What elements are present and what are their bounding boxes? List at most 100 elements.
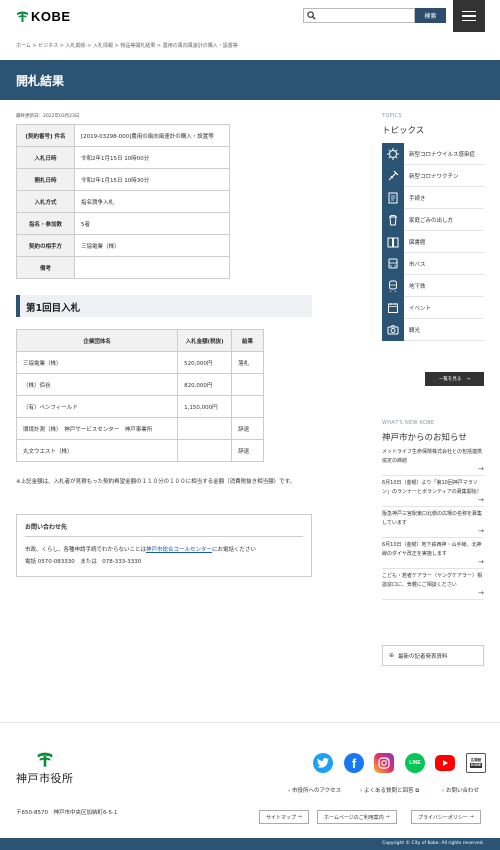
access-link[interactable]: › 市役所へのアクセス: [288, 786, 341, 794]
news-item[interactable]: 6月10日（金曜）より「第10回神戸マラソン」のランナーとボランティアの募集開始…: [382, 476, 484, 507]
last-updated: 最終更新日：2022年03月23日: [16, 114, 80, 119]
contract-label: 入札方式: [16, 190, 75, 213]
news-text: 6月10日（金曜）地下鉄西神・山手線、北神線のダイヤ改正を実施します: [382, 542, 482, 557]
train-icon: [382, 274, 404, 297]
col-amount: 入札金額(税抜): [177, 329, 233, 352]
hamburger-line: [462, 15, 476, 17]
col-company: 企業団体名: [15, 329, 179, 352]
contract-value: 指名競争入札: [74, 190, 230, 213]
topic-label: 新型コロナワクチン: [409, 173, 459, 180]
youtube-icon[interactable]: [435, 755, 455, 771]
contact-text: にお電話ください: [212, 547, 257, 553]
more-button[interactable]: 一覧を見る →: [425, 372, 484, 386]
facebook-icon[interactable]: f: [344, 753, 364, 773]
news-item[interactable]: 6月10日（金曜）地下鉄西神・山手線、北神線のダイヤ改正を実施します →: [382, 538, 484, 569]
line-icon[interactable]: LINE: [405, 753, 425, 773]
sitemap-button[interactable]: サイトマップ →: [259, 810, 309, 824]
news-item[interactable]: メットライフ生命保険株式会社との包括連携協定の締結 →: [382, 445, 484, 476]
topic-item[interactable]: 家庭ごみの出し方: [382, 208, 484, 231]
contract-value: [2019-03298-000]農用の風向風速計の購入・設置等: [74, 124, 230, 147]
bid-amount: [177, 417, 233, 440]
news-item[interactable]: 阪急神戸三宮駅東口北側の広場の名称を募集しています →: [382, 507, 484, 538]
contract-row: 入札日時 令和2年1月15日 10時00分: [16, 146, 230, 169]
topic-item[interactable]: イベント: [382, 296, 484, 319]
instagram-icon[interactable]: [374, 753, 394, 773]
bid-amount: 820,000円: [177, 373, 233, 396]
bid-result: 辞退: [231, 439, 264, 462]
page-banner: 開札結果: [0, 60, 500, 100]
contract-value: 令和2年1月15日 10時30分: [74, 168, 230, 191]
breadcrumb[interactable]: ホーム > ビジネス > 入札関係 > 入札情報 > 物品等開札結果 > 農用の…: [16, 42, 238, 49]
topics-sub: TOPICS: [382, 113, 402, 119]
sitemap-label: サイトマップ: [266, 814, 297, 821]
topic-item[interactable]: 地下鉄: [382, 274, 484, 297]
footer-divider: [0, 722, 500, 723]
inquiry-link[interactable]: › お問い合わせ: [442, 786, 479, 794]
external-link-icon: ⧉: [415, 788, 420, 794]
kobe-logo[interactable]: KOBE: [16, 9, 71, 24]
book-icon: [382, 230, 404, 253]
address: 〒650-8570 神戸市中央区加納町6-5-1: [16, 810, 118, 816]
faq-label: よくある質問と回答: [363, 788, 414, 794]
news-title: 神戸市からのお知らせ: [382, 433, 467, 443]
access-label: 市役所へのアクセス: [291, 788, 342, 794]
twitter-icon[interactable]: [313, 753, 333, 773]
bid-amount: 520,000円: [177, 351, 233, 374]
site-header: KOBE 検索: [0, 0, 500, 32]
topic-label: 図書館: [409, 239, 426, 246]
topic-item[interactable]: 市バス: [382, 252, 484, 275]
bid-table: 企業団体名 入札金額(税抜) 結果 三協電業（株） 520,000円 落札 （株）佰谷…: [15, 329, 264, 462]
bid-company: （株）佰谷: [15, 373, 179, 396]
news-text: こども・若者ケアラー（ヤングケアラー）相談窓口に、気軽にご相談ください: [382, 573, 483, 588]
topic-label: 地下鉄: [409, 283, 426, 290]
search-button[interactable]: 検索: [415, 8, 446, 23]
contract-table: [契約番号] 件名 [2019-03298-000]農用の風向風速計の購入・設置等…: [16, 124, 230, 279]
privacy-policy-button[interactable]: プライバシーポリシー →: [411, 810, 481, 824]
usage-guide-button[interactable]: ホームページのご利用案内 →: [317, 810, 397, 824]
bid-result: [231, 373, 264, 396]
city-hall-logo[interactable]: 神戸市役所: [16, 752, 74, 786]
privacy-policy-label: プライバシーポリシー: [418, 814, 468, 821]
contract-value: [74, 256, 230, 279]
bid-company: 環境計測（株） 神戸サービスセンター 神戸事業所: [15, 417, 179, 440]
contract-value: 令和2年1月15日 10時00分: [74, 146, 230, 169]
kobe-emblem-icon: [37, 752, 53, 767]
press-label: 最新の記者発表資料: [398, 653, 448, 660]
bid-company: （有）ペンフィールド: [15, 395, 179, 418]
topic-label: 市バス: [409, 261, 426, 268]
more-label: 一覧を見る: [438, 377, 462, 382]
city-name: 神戸市役所: [16, 772, 74, 785]
contact-phone: 電話 0570-083330 または 078-333-3330: [25, 559, 142, 565]
news-item[interactable]: こども・若者ケアラー（ヤングケアラー）相談窓口に、気軽にご相談ください →: [382, 569, 484, 600]
contract-row: 開札日時 令和2年1月15日 10時30分: [16, 168, 230, 191]
topic-item[interactable]: 手続き: [382, 186, 484, 209]
press-release-button[interactable]: ⊕ 最新の記者発表資料: [382, 645, 484, 666]
inquiry-label: お問い合わせ: [445, 788, 479, 794]
contact-title: お問い合わせ先: [25, 524, 68, 531]
topic-item[interactable]: 観光: [382, 318, 484, 341]
bid-row: 環境計測（株） 神戸サービスセンター 神戸事業所 辞退: [15, 417, 264, 440]
news-sub: WHAT'S NEW KOBE: [382, 420, 435, 426]
trash-icon: [382, 208, 404, 231]
hamburger-line: [462, 19, 476, 22]
bid-row: （株）佰谷 820,000円: [15, 373, 264, 396]
topics-list: 新型コロナウイルス感染症新型コロナワクチン手続き 家庭ごみの出し方図書館市バス地下…: [382, 142, 484, 341]
menu-button[interactable]: [453, 0, 485, 32]
topic-item[interactable]: 新型コロナワクチン: [382, 164, 484, 187]
bid-amount: 1,150,000円: [177, 395, 233, 418]
bid-company: 三協電業（株）: [15, 351, 179, 374]
topic-item[interactable]: 図書館: [382, 230, 484, 253]
topic-item[interactable]: 新型コロナウイルス感染症: [382, 142, 484, 165]
bid-amount: [177, 439, 233, 462]
contact-line1: 市政、くらし、各種申請手続でわからないことは神戸市総合コールセンターにお電話くだ…: [25, 545, 256, 553]
search-input[interactable]: [303, 8, 415, 23]
call-center-link[interactable]: 神戸市総合コールセンター: [146, 547, 212, 553]
contract-label: 備考: [16, 256, 75, 279]
kobe-paper-icon[interactable]: 広報紙 KOBE: [466, 753, 486, 773]
contract-row: [契約番号] 件名 [2019-03298-000]農用の風向風速計の購入・設置等: [16, 124, 230, 147]
contract-label: 開札日時: [16, 168, 75, 191]
calendar-icon: [382, 296, 404, 319]
news-list: メットライフ生命保険株式会社との包括連携協定の締結 → 6月10日（金曜）より「第1…: [382, 445, 484, 600]
faq-link[interactable]: › よくある質問と回答 ⧉: [360, 786, 419, 795]
copyright-text: Copyright © City of Kobe. All rights res…: [382, 841, 484, 846]
